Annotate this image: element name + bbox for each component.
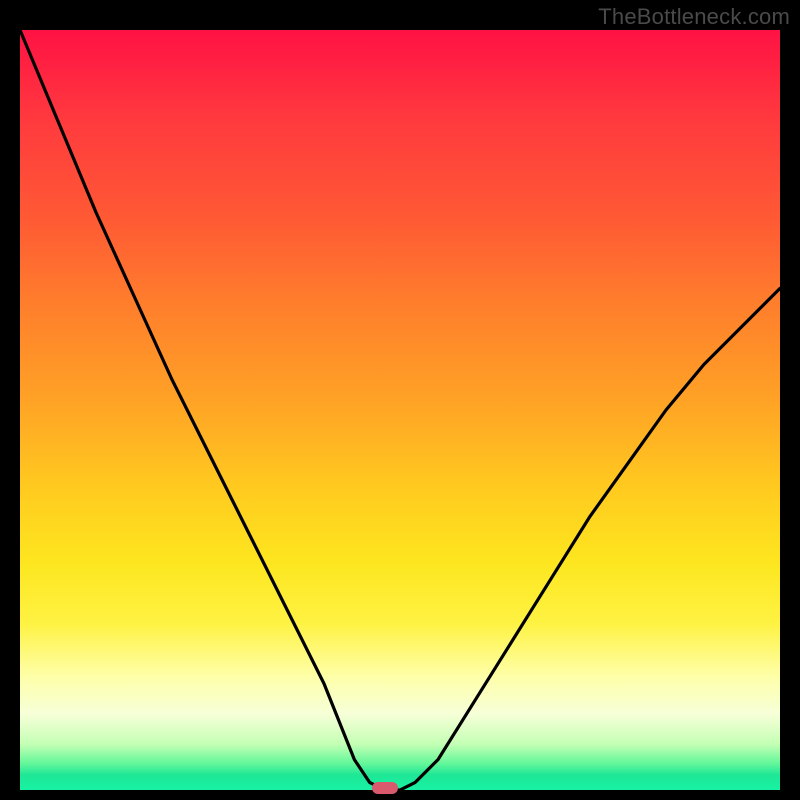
watermark-text: TheBottleneck.com — [598, 4, 790, 30]
plot-area — [20, 30, 780, 790]
chart-frame: TheBottleneck.com — [0, 0, 800, 800]
bottleneck-curve — [20, 30, 780, 790]
optimal-marker — [372, 782, 398, 794]
